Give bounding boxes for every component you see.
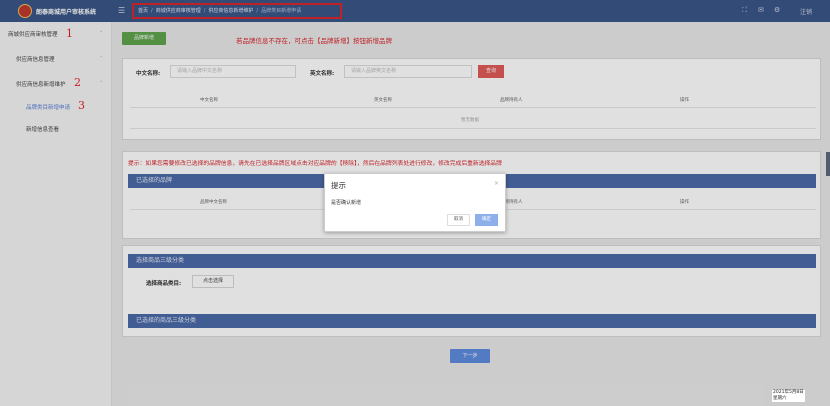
close-icon[interactable]: × xyxy=(494,180,499,187)
dialog-title: 提示 xyxy=(331,181,346,190)
taskbar-weekday: 星期六 xyxy=(773,396,787,401)
confirm-button[interactable]: 确定 xyxy=(475,214,498,226)
confirm-dialog: 提示 × 是否确认新增 取消 确定 xyxy=(324,173,506,232)
taskbar-datetime: 2021年5月8日 星期六 xyxy=(772,390,805,402)
cancel-button[interactable]: 取消 xyxy=(447,214,470,226)
dialog-message: 是否确认新增 xyxy=(331,200,362,206)
